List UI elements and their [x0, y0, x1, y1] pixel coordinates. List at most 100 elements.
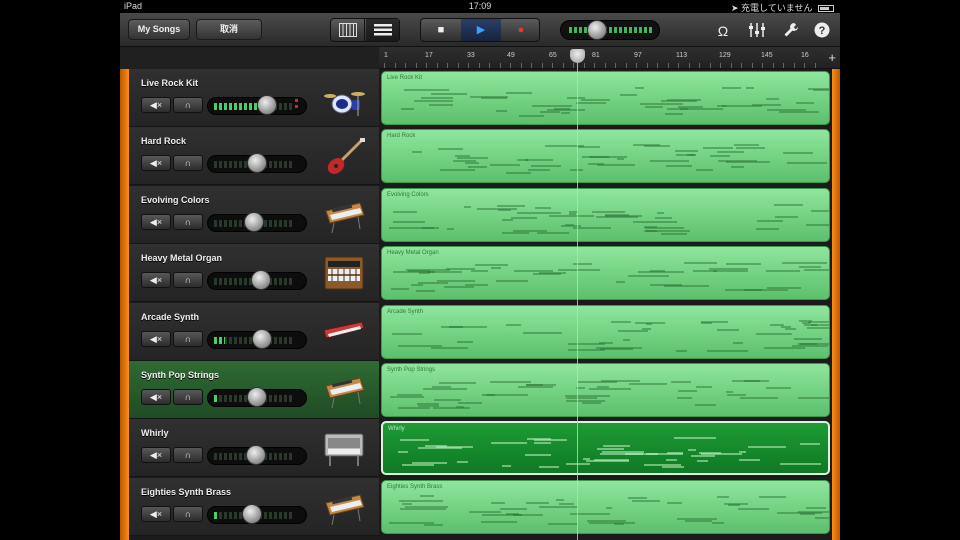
electric-piano-icon[interactable]	[322, 428, 366, 468]
ruler-left-spacer	[120, 47, 379, 69]
track-header[interactable]: Evolving Colors ◀× ∩	[129, 185, 379, 244]
mute-button[interactable]: ◀×	[141, 155, 171, 172]
midi-note	[665, 113, 683, 115]
track-region[interactable]: Eighties Synth Brass	[381, 479, 830, 534]
ruler-tick	[804, 63, 805, 68]
mute-button[interactable]: ◀×	[141, 213, 171, 230]
location-icon: ➤	[730, 3, 739, 13]
midi-note	[640, 103, 683, 105]
midi-note	[815, 516, 829, 519]
midi-note	[796, 102, 814, 104]
organ-icon[interactable]	[322, 253, 366, 293]
mute-button[interactable]: ◀×	[141, 447, 171, 464]
midi-note	[398, 451, 408, 454]
track-region[interactable]: Whirly	[381, 421, 830, 476]
mute-button[interactable]: ◀×	[141, 505, 171, 522]
midi-note	[420, 494, 434, 497]
track-name: Live Rock Kit	[141, 78, 199, 88]
track-region[interactable]: Evolving Colors	[381, 187, 830, 242]
track-name: Synth Pop Strings	[141, 370, 220, 380]
add-section-icon[interactable]: +	[828, 50, 836, 65]
midi-note	[588, 163, 604, 166]
my-songs-button[interactable]: My Songs	[128, 19, 190, 40]
ruler-mark: 17	[425, 52, 433, 59]
volume-knob[interactable]	[244, 211, 264, 232]
master-volume-knob[interactable]	[587, 20, 607, 40]
keyboard-icon[interactable]	[322, 312, 366, 352]
volume-knob[interactable]	[247, 387, 267, 407]
midi-note	[633, 220, 677, 223]
ruler-tick	[709, 63, 711, 68]
drum-kit-icon[interactable]	[322, 78, 366, 118]
ruler-tick	[541, 63, 543, 68]
solo-button[interactable]: ∩	[173, 155, 203, 172]
solo-button[interactable]: ∩	[173, 213, 203, 230]
solo-button[interactable]: ∩	[173, 272, 203, 289]
mixer-icon[interactable]	[748, 22, 766, 40]
track-name: Eighties Synth Brass	[141, 486, 232, 497]
help-icon[interactable]: ?	[813, 22, 831, 40]
track-header[interactable]: Heavy Metal Organ ◀× ∩	[129, 244, 379, 303]
undo-button[interactable]: 取消	[196, 19, 262, 40]
solo-button[interactable]: ∩	[173, 447, 203, 464]
solo-button[interactable]: ∩	[173, 97, 203, 113]
volume-knob[interactable]	[257, 95, 277, 115]
midi-note	[807, 326, 829, 329]
midi-note	[710, 155, 730, 158]
mute-button[interactable]: ◀×	[141, 272, 171, 289]
wrench-icon[interactable]	[782, 22, 800, 40]
mute-button[interactable]: ◀×	[141, 389, 171, 405]
solo-button[interactable]: ∩	[173, 330, 203, 347]
midi-note	[699, 452, 721, 455]
track-header[interactable]: Synth Pop Strings ◀× ∩	[129, 361, 379, 419]
region-notes	[386, 261, 829, 293]
play-icon: ▶	[476, 24, 486, 36]
midi-note	[782, 262, 827, 265]
volume-knob[interactable]	[252, 328, 272, 349]
track-header[interactable]: Whirly ◀× ∩	[129, 419, 379, 478]
mute-button[interactable]: ◀×	[141, 97, 171, 113]
timeline-ruler[interactable]: + 1 17 33 49 65 81 97 113 129 145 16	[379, 47, 840, 69]
track-name: Whirly	[141, 428, 169, 439]
synth-icon[interactable]	[322, 487, 366, 527]
solo-button[interactable]: ∩	[173, 389, 203, 405]
track-header[interactable]: Arcade Synth ◀× ∩	[129, 302, 379, 361]
track-header[interactable]: Hard Rock ◀× ∩	[129, 127, 379, 186]
ruler-mark: 145	[761, 52, 773, 59]
track-region[interactable]: Live Rock Kit	[381, 71, 830, 125]
tracks-view-button[interactable]	[366, 19, 399, 41]
track-region[interactable]: Arcade Synth	[381, 304, 830, 359]
track-region[interactable]: Synth Pop Strings	[381, 363, 830, 417]
record-button[interactable]: ●	[501, 19, 539, 41]
play-button[interactable]: ▶	[461, 19, 501, 41]
midi-note	[594, 459, 629, 462]
midi-note	[433, 407, 470, 409]
midi-note	[411, 284, 423, 287]
midi-note	[717, 495, 729, 498]
electric-guitar-icon[interactable]	[322, 136, 366, 176]
track-header[interactable]: Eighties Synth Brass ◀× ∩	[129, 477, 379, 536]
loop-browser-icon[interactable]: Ω	[714, 22, 732, 40]
midi-note	[671, 381, 691, 383]
track-region[interactable]: Hard Rock	[381, 129, 830, 184]
ruler-mark: 33	[467, 52, 475, 59]
ruler-tick	[457, 63, 459, 68]
master-volume-slider[interactable]	[560, 20, 660, 40]
synth-icon[interactable]	[322, 195, 366, 235]
track-region[interactable]: Heavy Metal Organ	[381, 246, 830, 301]
stop-button[interactable]: ■	[421, 19, 461, 41]
midi-note	[439, 382, 476, 384]
midi-note	[703, 147, 733, 150]
midi-note	[597, 448, 624, 451]
instrument-view-button[interactable]	[331, 19, 365, 41]
track-header[interactable]: Live Rock Kit ◀× ∩	[129, 69, 379, 127]
midi-note	[623, 338, 630, 341]
ruler-tick	[814, 63, 816, 68]
midi-note	[431, 346, 468, 349]
midi-note	[539, 272, 566, 275]
volume-knob[interactable]	[242, 503, 262, 524]
solo-button[interactable]: ∩	[173, 505, 203, 522]
midi-note	[556, 498, 564, 501]
mute-button[interactable]: ◀×	[141, 330, 171, 347]
synth-icon[interactable]	[322, 370, 366, 410]
